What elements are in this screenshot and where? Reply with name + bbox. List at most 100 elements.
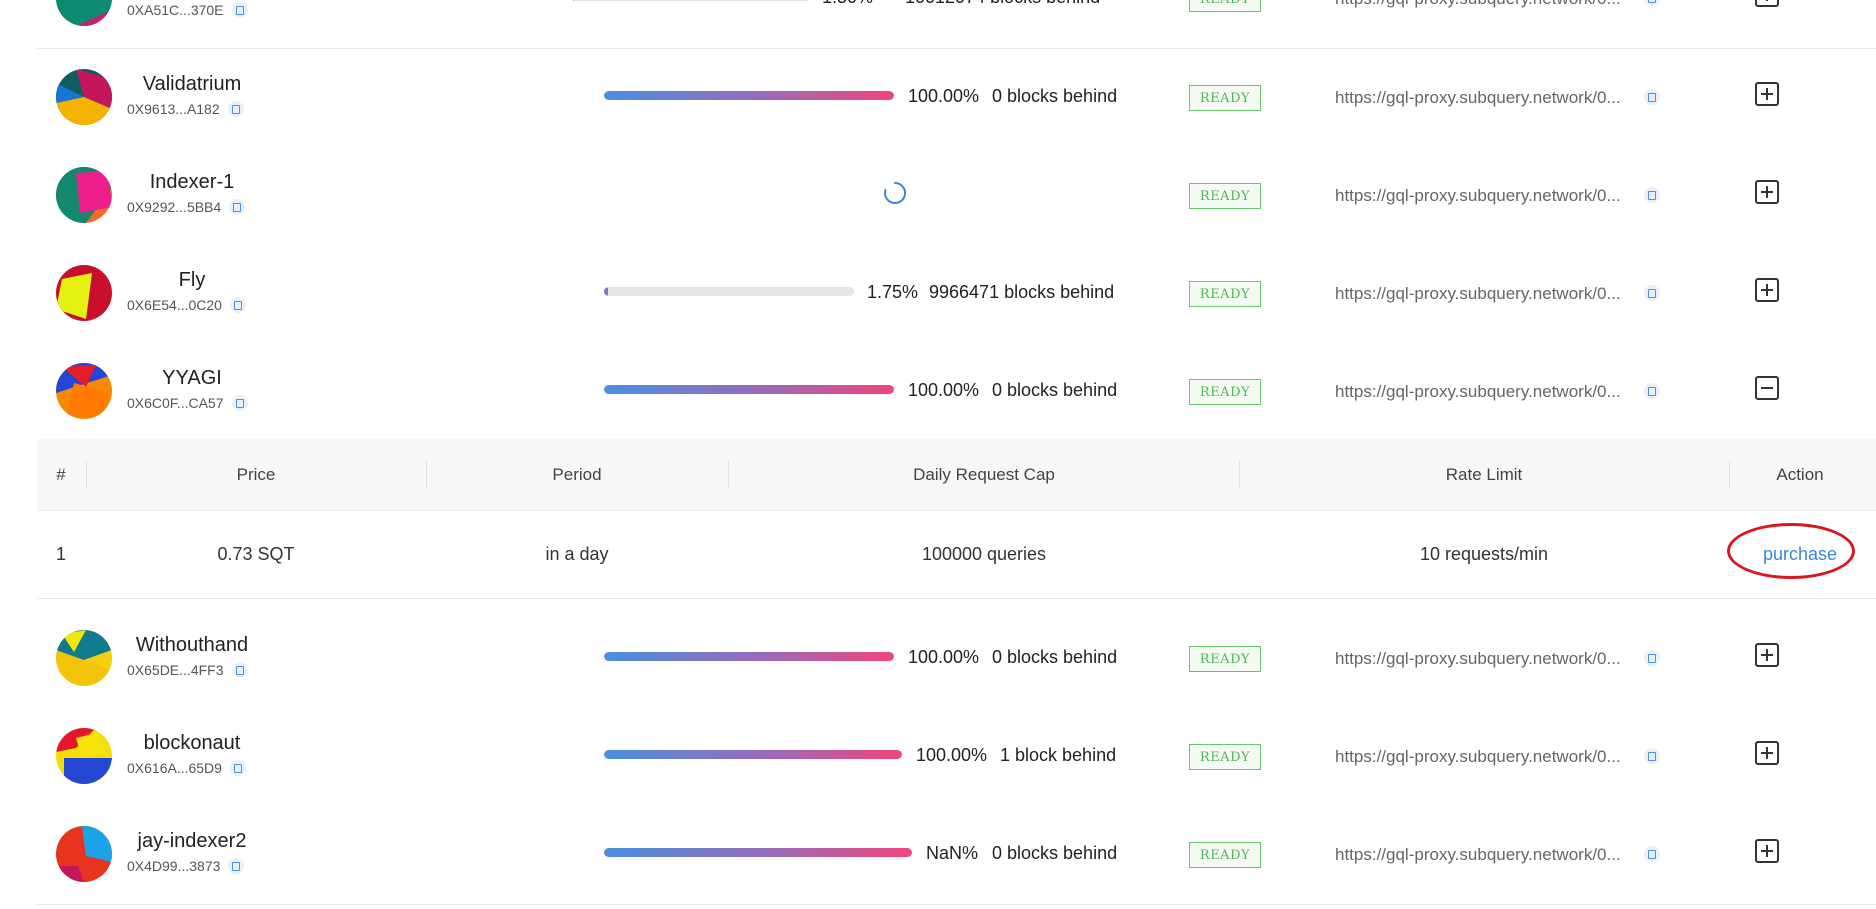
col-daily-cap: Daily Request Cap [913,464,1055,484]
sync-progress-bar [604,385,894,394]
copy-icon[interactable] [231,395,248,411]
copy-icon[interactable] [1644,0,1660,6]
indexer-avatar [56,363,112,419]
sync-percent: 100.00% [908,380,980,400]
blocks-behind: 10012074 blocks behind [905,0,1100,8]
blocks-behind: 0 blocks behind [992,843,1118,863]
query-url: https://gql-proxy.subquery.network/0... [1335,649,1621,668]
status-badge: READY [1189,646,1261,672]
copy-icon[interactable] [1644,846,1660,862]
sync-progress-bar [604,287,854,296]
sync-percent: NaN% [926,843,979,863]
status-badge: READY [1189,281,1261,307]
blocks-behind: 0 blocks behind [992,380,1118,400]
query-url: https://gql-proxy.subquery.network/0... [1335,747,1621,766]
indexer-row: blockonaut 0X616A...65D9 100.00% 1 block… [37,708,1876,807]
indexer-avatar [56,0,112,26]
indexer-avatar [56,826,112,882]
sync-progress-bar [604,848,912,857]
plan-index: 1 [55,544,66,564]
copy-icon[interactable] [231,662,248,678]
indexer-avatar [56,69,112,125]
plan-rate-limit: 10 requests/min [1419,544,1549,564]
query-url: https://gql-proxy.subquery.network/0... [1335,845,1621,864]
expand-button[interactable] [1755,741,1779,765]
sync-progress-bar [571,0,811,1]
status-badge: READY [1189,0,1261,12]
expand-button[interactable] [1755,82,1779,106]
blocks-behind: 0 blocks behind [992,86,1118,106]
copy-icon[interactable] [228,858,245,874]
col-index: # [56,464,66,484]
sync-percent: 100.00% [908,647,980,667]
plan-row: 1 0.73 SQT in a day 100000 queries 10 re… [37,511,1876,599]
copy-icon[interactable] [227,101,244,117]
indexer-row: Validatrium 0X9613...A182 100.00% 0 bloc… [37,49,1876,148]
col-period: Period [552,464,602,484]
indexer-avatar [56,167,112,223]
copy-icon[interactable] [1644,89,1660,105]
indexer-name: YYAGI [162,367,222,389]
plan-period: in a day [545,544,609,564]
query-url: https://gql-proxy.subquery.network/0... [1335,284,1621,303]
copy-icon[interactable] [229,297,246,313]
indexer-row: Indexer-1 0X9292...5BB4 READY https://gq… [37,147,1876,246]
indexer-row: YYAGI 0X6C0F...CA57 100.00% 0 blocks beh… [37,343,1876,441]
indexer-row: Fly 0X6E54...0C20 1.75% 9966471 blocks b… [37,245,1876,344]
sync-percent: 100.00% [916,745,988,765]
sync-progress-bar [604,750,902,759]
plan-action: purchase [1730,511,1870,598]
col-rate-limit: Rate Limit [1445,464,1523,484]
plans-table-header: # Price Period Daily Request Cap Rate Li… [37,439,1876,511]
indexer-name: Fly [178,269,206,291]
copy-icon[interactable] [1644,285,1660,301]
col-action: Action [1776,464,1824,484]
indexer-avatar [56,265,112,321]
sync-percent: 100.00% [908,86,980,106]
indexer-address: 0X9292...5BB4 [127,199,246,215]
plan-daily-cap: 100000 queries [921,544,1047,564]
indexer-name: jay-indexer2 [137,830,247,852]
status-badge: READY [1189,379,1261,405]
expand-button[interactable] [1755,278,1779,302]
expand-button[interactable] [1755,180,1779,204]
copy-icon[interactable] [1644,383,1660,399]
copy-icon[interactable] [1644,748,1660,764]
sync-percent: 1.75% [867,282,919,302]
expand-button[interactable] [1755,643,1779,667]
indexer-name: blockonaut [143,732,241,754]
indexer-avatar [56,630,112,686]
blocks-behind: 9966471 blocks behind [929,282,1115,302]
indexer-row: Withouthand 0X65DE...4FF3 100.00% 0 bloc… [37,610,1876,709]
indexer-address: 0X616A...65D9 [127,760,246,776]
copy-icon[interactable] [1644,187,1660,203]
status-badge: READY [1189,183,1261,209]
sync-percent: 1.50% [822,0,873,8]
expand-button[interactable] [1755,839,1779,863]
query-url: https://gql-proxy.subquery.network/0... [1335,88,1621,107]
query-url: https://gql-proxy.subquery.network/0... [1335,186,1621,205]
loading-spinner-icon [884,181,907,204]
query-url: https://gql-proxy.subquery.network/0... [1335,382,1621,401]
expand-button[interactable] [1755,0,1779,7]
indexer-address: 0X65DE...4FF3 [127,662,248,678]
copy-icon[interactable] [1644,650,1660,666]
blocks-behind: 1 block behind [1000,745,1117,765]
col-price: Price [236,464,276,484]
copy-icon[interactable] [229,199,246,215]
status-badge: READY [1189,744,1261,770]
indexer-name: Validatrium [142,73,242,95]
status-badge: READY [1189,842,1261,868]
indexer-address: 0X6C0F...CA57 [127,395,248,411]
collapse-button[interactable] [1755,376,1779,400]
indexer-row: jay-indexer2 0X4D99...3873 NaN% 0 blocks… [37,806,1876,905]
copy-icon[interactable] [229,760,246,776]
indexer-address: 0X6E54...0C20 [127,297,246,313]
copy-icon[interactable] [231,2,248,18]
indexer-address: 0X9613...A182 [127,101,244,117]
sync-progress-bar [604,652,894,661]
purchase-button[interactable]: purchase [1763,544,1837,565]
indexer-address: 0X4D99...3873 [127,858,245,874]
sync-progress-bar [604,91,894,100]
indexer-address: 0XA51C...370E [127,2,248,18]
